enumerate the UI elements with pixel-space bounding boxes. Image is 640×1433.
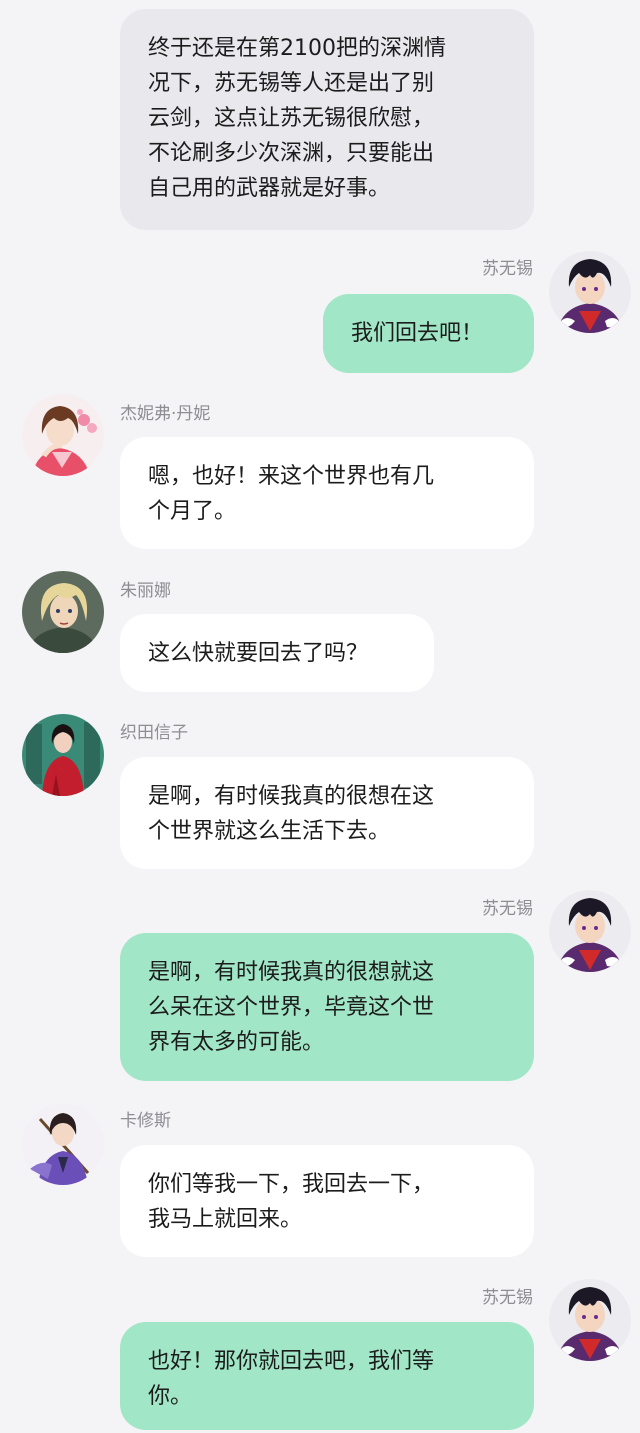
- sender-name: 朱丽娜: [120, 581, 171, 601]
- sender-name: 苏无锡: [482, 899, 533, 919]
- outgoing-message-bubble: 也好！那你就回去吧，我们等 你。: [120, 1322, 534, 1430]
- black-haired-prince-avatar[interactable]: [549, 251, 631, 333]
- narration-bubble: 终于还是在第2100把的深渊情 况下，苏无锡等人还是出了别 云剑，这点让苏无锡很…: [120, 9, 534, 230]
- incoming-message-bubble: 这么快就要回去了吗？: [120, 614, 434, 692]
- girl-in-pink-kimono-avatar[interactable]: [22, 394, 104, 476]
- sender-name: 苏无锡: [482, 259, 533, 279]
- incoming-message-bubble: 嗯，也好！来这个世界也有几 个月了。: [120, 437, 534, 549]
- outgoing-message-bubble: 是啊，有时候我真的很想就这 么呆在这个世界，毕竟这个世 界有太多的可能。: [120, 933, 534, 1081]
- sender-name: 织田信子: [120, 723, 188, 743]
- sender-name: 苏无锡: [482, 1288, 533, 1308]
- black-haired-prince-avatar[interactable]: [549, 890, 631, 972]
- woman-in-red-avatar[interactable]: [22, 714, 104, 796]
- incoming-message-bubble: 你们等我一下，我回去一下， 我马上就回来。: [120, 1145, 534, 1257]
- incoming-message-bubble: 是啊，有时候我真的很想在这 个世界就这么生活下去。: [120, 757, 534, 869]
- blonde-woman-avatar[interactable]: [22, 571, 104, 653]
- swordsman-in-purple-avatar[interactable]: [22, 1103, 104, 1185]
- outgoing-message-bubble: 我们回去吧！: [323, 294, 534, 373]
- black-haired-prince-avatar[interactable]: [549, 1279, 631, 1361]
- sender-name: 卡修斯: [120, 1111, 171, 1131]
- sender-name: 杰妮弗·丹妮: [120, 404, 211, 424]
